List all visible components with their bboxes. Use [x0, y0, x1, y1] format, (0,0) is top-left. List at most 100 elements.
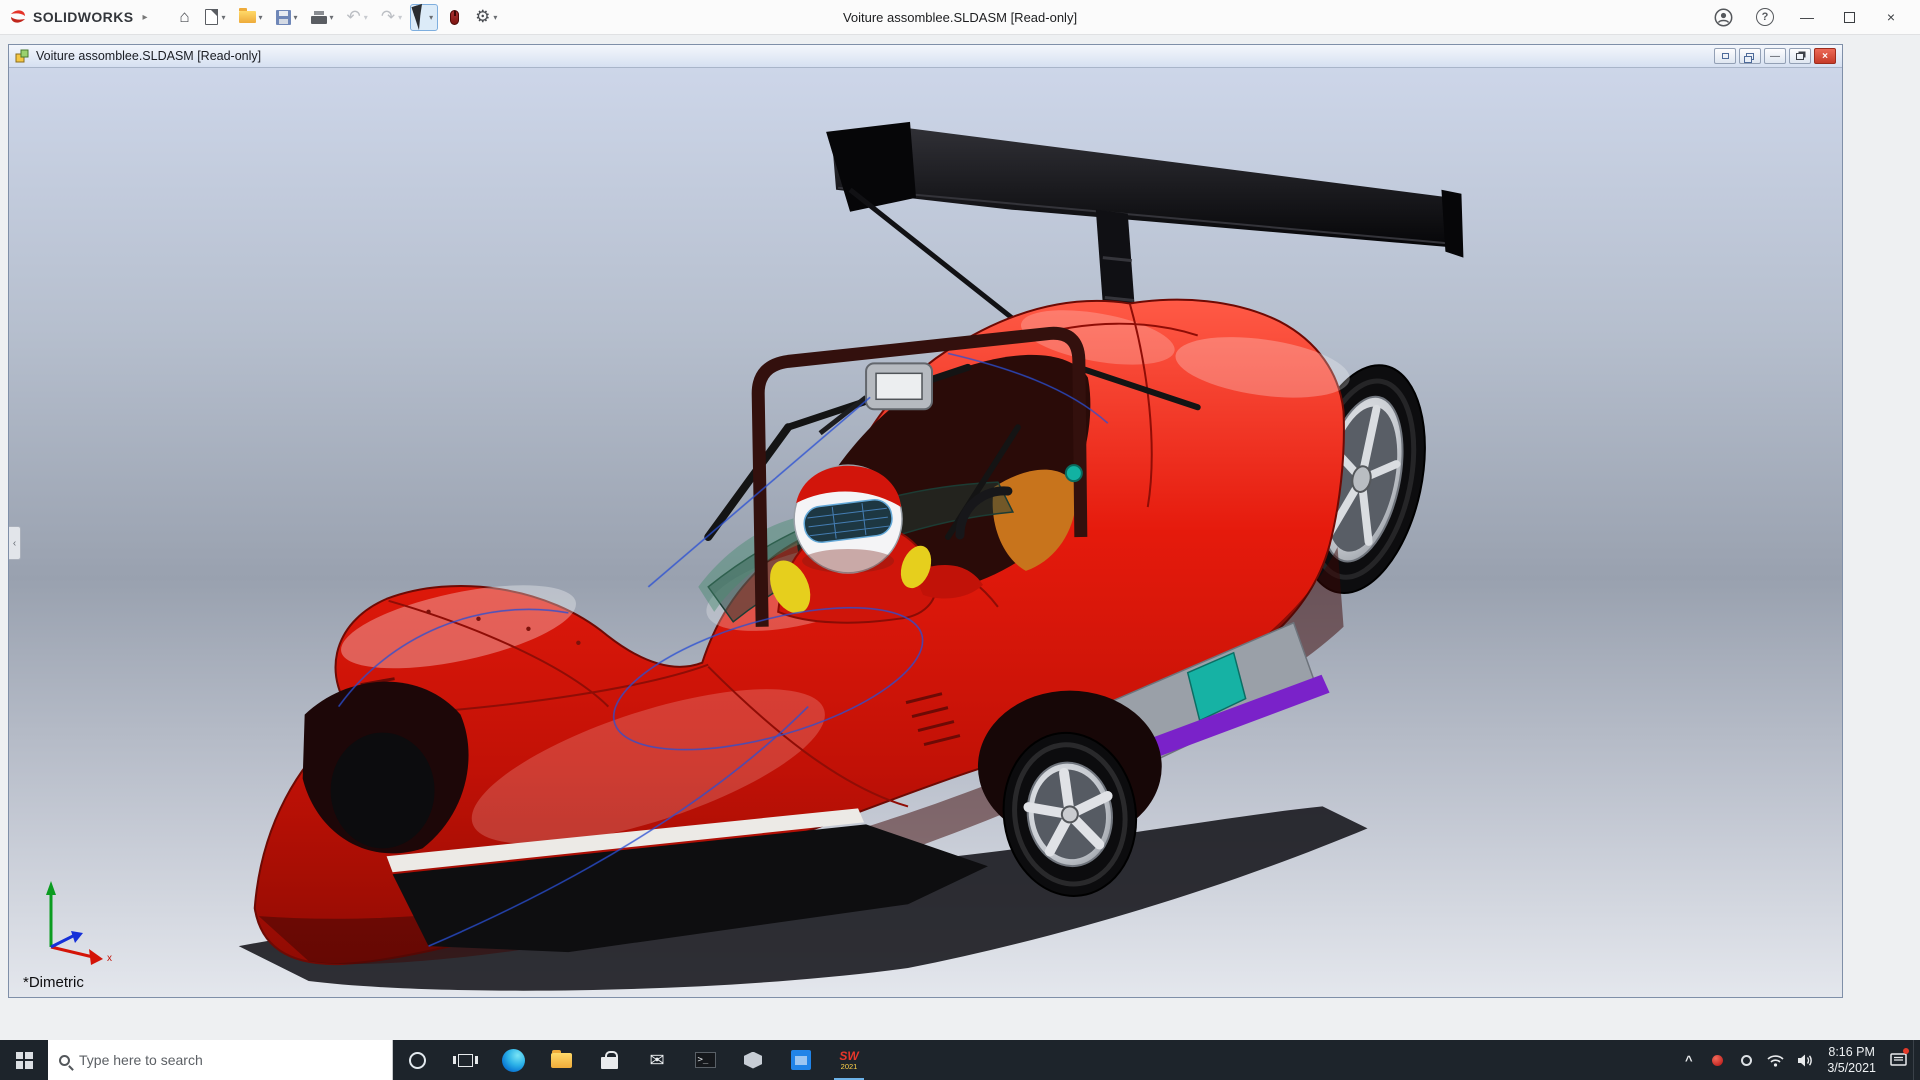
edge-icon [502, 1049, 525, 1072]
cortana-icon [409, 1052, 426, 1069]
driver-helmet[interactable] [794, 465, 902, 573]
account-button[interactable] [1702, 0, 1744, 34]
speaker-icon [1797, 1054, 1813, 1067]
window-pane-icon [1722, 53, 1729, 59]
show-desktop-button[interactable] [1913, 1040, 1918, 1080]
cortana-button[interactable] [393, 1040, 441, 1080]
save-button[interactable]: ▾ [271, 4, 303, 31]
notification-center-button[interactable] [1884, 1040, 1913, 1080]
new-document-icon [205, 9, 218, 25]
solidworks-taskbar-button[interactable]: SW 2021 [825, 1040, 873, 1080]
clock-date: 3/5/2021 [1827, 1060, 1876, 1076]
app-titlebar: SOLIDWORKS ▸ ⌂ ▾ ▾ ▾ ▾ ↶▾ ↷▾ ▾ ⚙▾ Voitur… [0, 0, 1920, 35]
photos-button[interactable] [777, 1040, 825, 1080]
new-document-button[interactable]: ▾ [200, 4, 230, 31]
panel-flyout-arrow[interactable]: ‹ [9, 526, 21, 560]
notification-badge [1903, 1048, 1909, 1054]
store-button[interactable] [585, 1040, 633, 1080]
caret-down-icon[interactable]: ▾ [330, 13, 334, 22]
car-model[interactable] [9, 68, 1842, 997]
chevron-up-icon: ^ [1685, 1053, 1693, 1068]
caret-down-icon[interactable]: ▾ [429, 13, 433, 22]
hexagon-app-icon [744, 1052, 762, 1069]
volume-tray-button[interactable] [1790, 1040, 1819, 1080]
quick-access-toolbar: ⌂ ▾ ▾ ▾ ▾ ↶▾ ↷▾ ▾ ⚙▾ [171, 4, 502, 31]
doc-restore-button[interactable] [1789, 48, 1811, 64]
mail-button[interactable]: ✉ [633, 1040, 681, 1080]
view-orientation-label: *Dimetric [23, 974, 84, 991]
help-button[interactable]: ? [1744, 0, 1786, 34]
caret-down-icon[interactable]: ▾ [493, 13, 497, 22]
start-button[interactable] [0, 1040, 48, 1080]
task-view-button[interactable] [441, 1040, 489, 1080]
ds-logo-icon [8, 8, 28, 26]
mouse-icon [450, 10, 459, 25]
caret-down-icon[interactable]: ▾ [294, 13, 298, 22]
home-button[interactable]: ⌂ [171, 4, 197, 31]
undo-button[interactable]: ↶▾ [342, 4, 373, 31]
orientation-triad[interactable]: x [33, 877, 123, 967]
caret-down-icon: ▾ [398, 13, 402, 22]
document-titlebar[interactable]: Voiture assomblee.SLDASM [Read-only] — × [9, 45, 1842, 68]
home-icon: ⌂ [179, 7, 189, 27]
notification-icon [1890, 1053, 1907, 1067]
toolbar-expand-icon[interactable]: ▸ [142, 12, 147, 23]
antivirus-tray-button[interactable] [1703, 1040, 1732, 1080]
caret-down-icon[interactable]: ▾ [221, 13, 225, 22]
doc-layout-button-2[interactable] [1739, 48, 1761, 64]
doc-minimize-button[interactable]: — [1764, 48, 1786, 64]
print-button[interactable]: ▾ [306, 4, 339, 31]
doc-close-button[interactable]: × [1814, 48, 1836, 64]
maximize-button[interactable] [1828, 0, 1870, 34]
select-tool-button[interactable]: ▾ [410, 4, 438, 31]
minimize-icon: — [1800, 9, 1814, 25]
system-tray: ^ 8:16 PM 3/5/2021 [1674, 1040, 1920, 1080]
wifi-icon [1767, 1054, 1784, 1067]
close-button[interactable]: × [1870, 0, 1912, 34]
mail-envelope-icon: ✉ [649, 1050, 664, 1071]
photos-icon [791, 1050, 811, 1070]
document-window: Voiture assomblee.SLDASM [Read-only] — × [8, 44, 1843, 998]
mouse-gestures-button[interactable] [441, 4, 467, 31]
edge-button[interactable] [489, 1040, 537, 1080]
command-prompt-button[interactable]: >_ [681, 1040, 729, 1080]
hollow-circle-icon [1741, 1055, 1752, 1066]
graphics-viewport[interactable]: x *Dimetric ‹ [9, 68, 1842, 997]
print-icon [311, 11, 327, 24]
file-explorer-button[interactable] [537, 1040, 585, 1080]
solidworks-mark: SW [839, 1050, 858, 1062]
store-bag-icon [601, 1057, 618, 1069]
doc-layout-button-1[interactable] [1714, 48, 1736, 64]
options-button[interactable]: ⚙▾ [470, 4, 502, 31]
tray-overflow-button[interactable]: ^ [1674, 1040, 1703, 1080]
document-title: Voiture assomblee.SLDASM [Read-only] [36, 49, 261, 63]
select-cursor-icon [412, 4, 430, 30]
taskbar: ✉ >_ SW 2021 ^ [0, 1040, 1920, 1080]
maximize-icon [1844, 12, 1855, 23]
open-button[interactable]: ▾ [234, 4, 268, 31]
gear-icon: ⚙ [475, 7, 490, 27]
search-icon [59, 1055, 70, 1066]
clock[interactable]: 8:16 PM 3/5/2021 [1819, 1044, 1884, 1077]
chevron-left-icon: ‹ [13, 538, 16, 549]
user-icon [1714, 8, 1733, 27]
svg-text:x: x [107, 953, 112, 964]
window-controls: ? — × [1702, 0, 1912, 34]
brand-name: SOLIDWORKS [33, 9, 133, 25]
undo-icon: ↶ [347, 7, 361, 27]
taskbar-apps: ✉ >_ SW 2021 [393, 1040, 873, 1080]
solidworks-logo: SOLIDWORKS ▸ [8, 8, 147, 26]
viewer-app-button[interactable] [729, 1040, 777, 1080]
redo-button[interactable]: ↷▾ [376, 4, 407, 31]
minimize-button[interactable]: — [1786, 0, 1828, 34]
taskbar-search[interactable] [48, 1040, 393, 1080]
help-icon: ? [1756, 8, 1774, 26]
workspace: Voiture assomblee.SLDASM [Read-only] — × [0, 35, 1920, 1040]
caret-down-icon[interactable]: ▾ [259, 13, 263, 22]
restore-icon [1796, 53, 1804, 60]
search-input[interactable] [79, 1052, 381, 1068]
tray-app-button[interactable] [1732, 1040, 1761, 1080]
screen: SOLIDWORKS ▸ ⌂ ▾ ▾ ▾ ▾ ↶▾ ↷▾ ▾ ⚙▾ Voitur… [0, 0, 1920, 1080]
close-icon: × [1887, 9, 1895, 25]
network-tray-button[interactable] [1761, 1040, 1790, 1080]
